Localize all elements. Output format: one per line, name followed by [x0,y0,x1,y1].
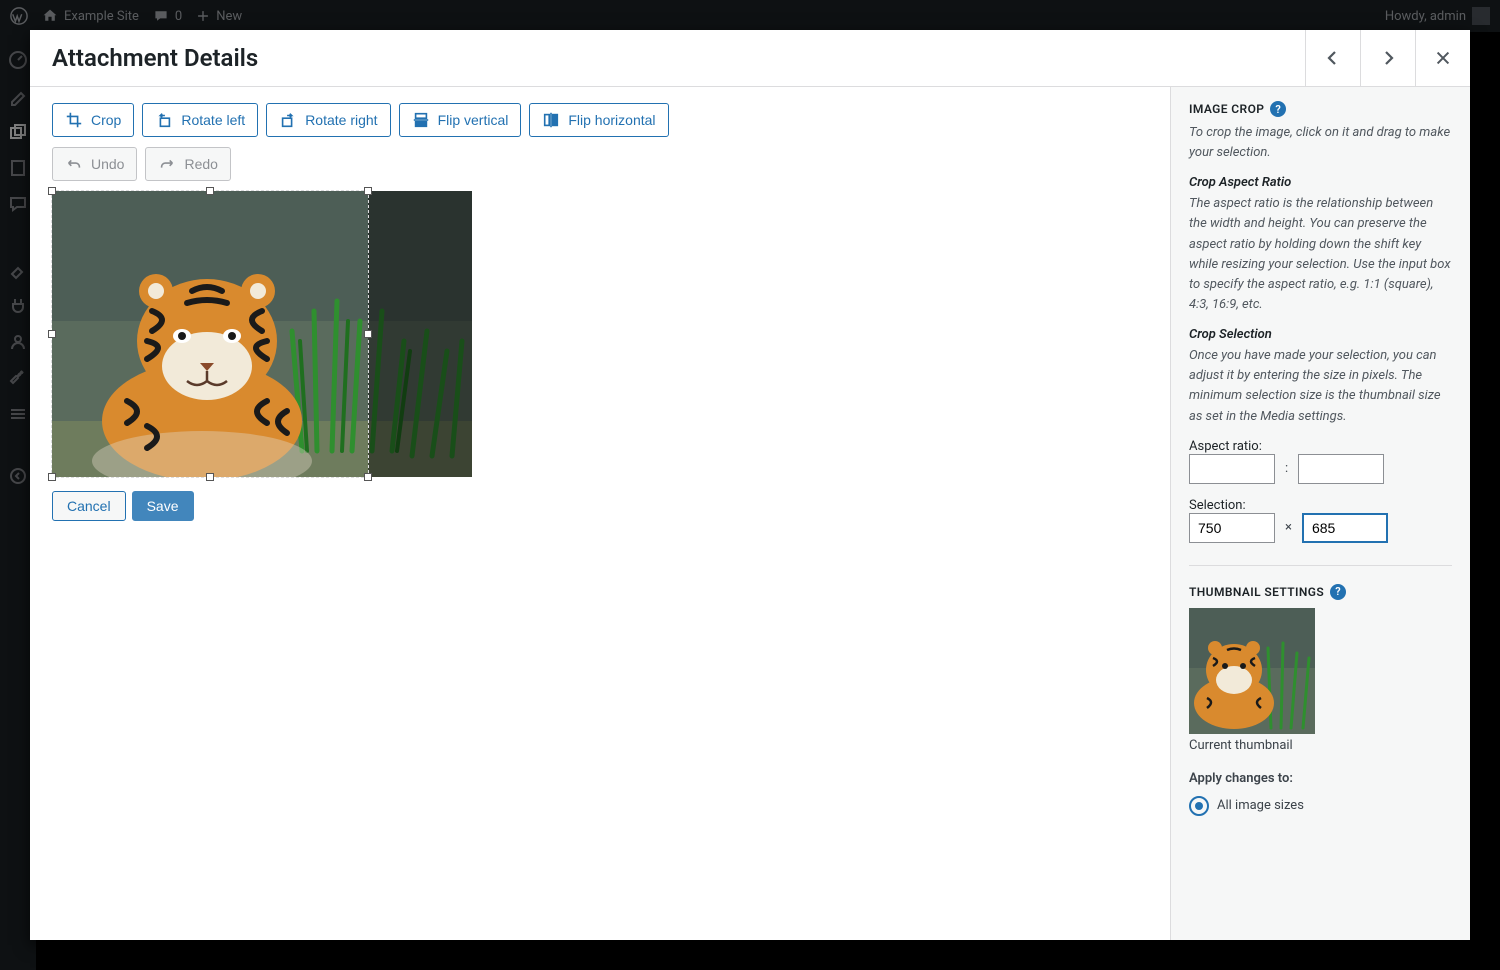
modal-title: Attachment Details [52,44,258,72]
crop-handle-n[interactable] [206,187,214,195]
crop-handle-e[interactable] [364,330,372,338]
radio-icon [1189,796,1209,816]
crop-handle-s[interactable] [206,473,214,481]
crop-handle-w[interactable] [48,330,56,338]
crop-handle-se[interactable] [364,473,372,481]
help-icon[interactable]: ? [1330,584,1346,600]
crop-icon [65,111,83,129]
close-button[interactable] [1415,30,1470,86]
flip-vertical-icon [412,111,430,129]
image-editor-pane: Crop Rotate left Rotate right Flip verti… [30,87,1170,940]
aspect-width-input[interactable] [1189,454,1275,484]
undo-icon [65,155,83,173]
rotate-right-button[interactable]: Rotate right [266,103,390,137]
aspect-ratio-label: Aspect ratio: [1189,439,1452,454]
rotate-left-label: Rotate left [181,113,245,127]
crop-handle-nw[interactable] [48,187,56,195]
selection-heading: Crop Selection [1189,327,1452,342]
selection-label: Selection: [1189,498,1452,513]
flip-vertical-button[interactable]: Flip vertical [399,103,522,137]
rotate-right-icon [279,111,297,129]
crop-stage[interactable] [52,191,472,477]
aspect-height-input[interactable] [1298,454,1384,484]
redo-label: Redo [184,157,217,171]
flip-horizontal-label: Flip horizontal [568,113,655,127]
rotate-left-button[interactable]: Rotate left [142,103,258,137]
radio-all-label: All image sizes [1217,798,1304,813]
selection-text: Once you have made your selection, you c… [1189,346,1452,427]
prev-attachment-button[interactable] [1305,30,1360,86]
crop-handle-sw[interactable] [48,473,56,481]
thumbnail-heading: THUMBNAIL SETTINGS [1189,585,1324,599]
current-thumbnail [1189,608,1315,734]
aspect-text: The aspect ratio is the relationship bet… [1189,194,1452,315]
undo-button: Undo [52,147,137,181]
crop-selection[interactable] [52,191,368,477]
image-crop-heading: IMAGE CROP [1189,102,1264,116]
attachment-details-modal: Attachment Details Crop Rotate left Rota… [30,30,1470,940]
flip-horizontal-button[interactable]: Flip horizontal [529,103,668,137]
aspect-heading: Crop Aspect Ratio [1189,175,1452,190]
apply-to-label: Apply changes to: [1189,771,1452,786]
crop-intro: To crop the image, click on it and drag … [1189,123,1452,163]
redo-icon [158,155,176,173]
redo-button: Redo [145,147,230,181]
cancel-button[interactable]: Cancel [52,491,126,521]
crop-label: Crop [91,113,121,127]
selection-height-input[interactable] [1302,513,1388,543]
current-thumbnail-label: Current thumbnail [1189,738,1452,753]
flip-horizontal-icon [542,111,560,129]
save-button[interactable]: Save [132,491,194,521]
selection-width-input[interactable] [1189,513,1275,543]
modal-header: Attachment Details [30,30,1470,87]
selection-sep: × [1285,520,1292,535]
apply-all-sizes-radio[interactable]: All image sizes [1189,796,1452,816]
flip-vertical-label: Flip vertical [438,113,509,127]
rotate-left-icon [155,111,173,129]
aspect-sep: : [1285,461,1288,476]
crop-handle-ne[interactable] [364,187,372,195]
help-icon[interactable]: ? [1270,101,1286,117]
rotate-right-label: Rotate right [305,113,377,127]
next-attachment-button[interactable] [1360,30,1415,86]
undo-label: Undo [91,157,124,171]
crop-shade [368,191,472,477]
image-crop-settings: IMAGE CROP? To crop the image, click on … [1170,87,1470,940]
crop-button[interactable]: Crop [52,103,134,137]
